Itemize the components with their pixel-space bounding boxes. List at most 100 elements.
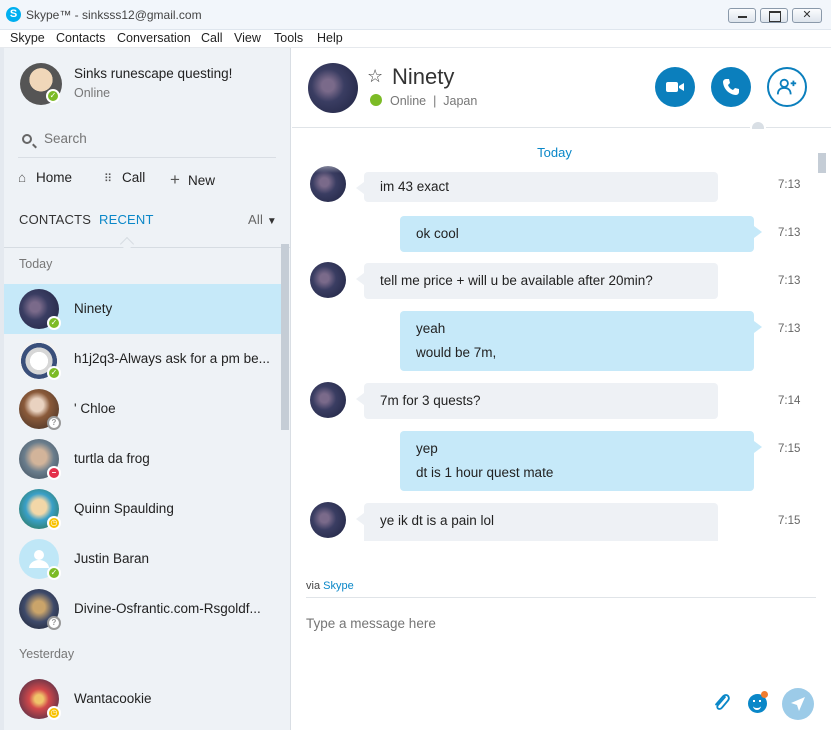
conversation-pane: ☆ Ninety Online | Japan im 43 exact 7:13… — [292, 48, 831, 730]
message-bubble[interactable]: ye ik dt is a pain lol — [356, 503, 718, 541]
conversation-avatar[interactable] — [308, 63, 358, 113]
menu-help[interactable]: Help — [317, 31, 343, 45]
message-history: im 43 exact 7:13 Today ok cool 7:13 tell… — [292, 129, 831, 541]
search-icon — [22, 134, 32, 144]
via-skype-link[interactable]: Skype — [323, 580, 354, 592]
message-bubble[interactable]: 7m for 3 quests? — [356, 383, 718, 419]
send-icon — [791, 697, 805, 711]
tab-contacts[interactable]: CONTACTS — [19, 212, 91, 227]
contact-name: turtla da frog — [74, 451, 150, 466]
online-status-icon: ✓ — [47, 316, 61, 330]
message-time: 7:15 — [778, 515, 801, 527]
home-button[interactable]: ⌂ Home — [18, 170, 72, 185]
sidebar-scrollbar[interactable] — [281, 244, 289, 430]
contact-item[interactable]: ? Divine-Osfrantic.com-Rsgoldf... — [4, 584, 281, 634]
away-status-icon: ◷ — [47, 706, 61, 720]
message-bubble[interactable]: yep dt is 1 hour quest mate — [400, 431, 762, 491]
sender-avatar — [310, 382, 346, 418]
menu-conversation[interactable]: Conversation — [117, 31, 191, 45]
sender-avatar — [310, 502, 346, 538]
message-input[interactable] — [306, 616, 706, 631]
minimize-button[interactable] — [728, 8, 756, 23]
contact-item[interactable]: ◷ Wantacookie — [4, 674, 281, 724]
menu-skype[interactable]: Skype — [10, 31, 45, 45]
menu-call[interactable]: Call — [201, 31, 223, 45]
profile-mood[interactable]: Sinks runescape questing! — [74, 66, 232, 81]
call-button[interactable]: ⠿ Call — [104, 170, 145, 185]
video-camera-icon — [666, 82, 684, 92]
offline-status-icon: ? — [47, 416, 61, 430]
chevron-down-icon: ▼ — [266, 216, 277, 227]
contact-name: Divine-Osfrantic.com-Rsgoldf... — [74, 601, 261, 616]
notification-badge — [761, 691, 768, 698]
tab-recent[interactable]: RECENT — [99, 212, 154, 227]
message-bubble[interactable]: yeah would be 7m, — [400, 311, 762, 371]
message-time: 7:14 — [778, 395, 801, 407]
message-time: 7:15 — [778, 443, 801, 455]
home-icon: ⌂ — [18, 170, 27, 185]
send-button[interactable] — [782, 688, 814, 720]
plus-icon: + — [170, 170, 180, 189]
contact-name: Wantacookie — [74, 691, 152, 706]
contact-item[interactable]: ✓ h1j2q3-Always ask for a pm be... — [4, 334, 281, 384]
quick-actions: ⌂ Home ⠿ Call + New — [4, 166, 290, 194]
new-button[interactable]: + New — [170, 170, 215, 190]
online-status-icon: ✓ — [47, 366, 61, 380]
do-not-disturb-status-icon: – — [47, 466, 61, 480]
favorite-star-icon[interactable]: ☆ — [367, 66, 383, 87]
message-time: 7:13 — [778, 227, 801, 239]
divider — [306, 597, 816, 598]
contact-item[interactable]: ✓ Justin Baran — [4, 534, 281, 584]
message-bubble[interactable]: im 43 exact — [356, 172, 718, 202]
contact-item[interactable]: – turtla da frog — [4, 434, 281, 484]
window-title: Skype™ - sinksss12@gmail.com — [26, 8, 202, 22]
dialpad-icon: ⠿ — [104, 173, 112, 185]
contact-item[interactable]: ? ' Chloe — [4, 384, 281, 434]
message-bubble[interactable]: ok cool — [400, 216, 762, 252]
audio-call-button[interactable] — [711, 67, 751, 107]
search-input[interactable] — [44, 131, 244, 146]
phone-icon — [723, 79, 739, 95]
day-separator: Today — [537, 145, 572, 160]
add-person-icon — [776, 78, 797, 95]
tab-indicator — [119, 236, 135, 252]
contact-name: Ninety — [74, 301, 113, 316]
group-label-yesterday: Yesterday — [19, 647, 75, 661]
message-time: 7:13 — [778, 275, 801, 287]
message-bubble[interactable]: tell me price + will u be available afte… — [356, 263, 718, 299]
via-skype-label: via Skype — [306, 580, 354, 592]
video-call-button[interactable] — [655, 67, 695, 107]
skype-logo-icon: S — [6, 7, 21, 22]
add-people-button[interactable] — [767, 67, 807, 107]
profile-status[interactable]: Online — [74, 86, 110, 100]
contact-item[interactable]: ◷ Quinn Spaulding — [4, 484, 281, 534]
window-titlebar: S Skype™ - sinksss12@gmail.com — [0, 0, 831, 30]
message-time: 7:13 — [778, 179, 801, 191]
paperclip-icon[interactable] — [712, 692, 732, 720]
search-box[interactable] — [18, 128, 276, 158]
filter-dropdown[interactable]: All ▼ — [248, 212, 277, 227]
menu-tools[interactable]: Tools — [274, 31, 303, 45]
sidebar: ✓ Sinks runescape questing! Online ⌂Home… — [0, 48, 291, 730]
conversation-status: Online | Japan — [370, 94, 477, 108]
offline-status-icon: ? — [47, 616, 61, 630]
conversation-header: ☆ Ninety Online | Japan — [292, 48, 831, 128]
menu-bar: Skype Contacts Conversation Call View To… — [0, 30, 831, 48]
contact-item[interactable]: ✓ Ninety — [4, 284, 281, 334]
conversation-title[interactable]: Ninety — [392, 64, 454, 90]
menu-view[interactable]: View — [234, 31, 261, 45]
chat-scrollbar[interactable] — [818, 153, 826, 173]
profile-avatar[interactable]: ✓ — [20, 63, 62, 105]
contact-name: ' Chloe — [74, 401, 116, 416]
online-status-icon: ✓ — [47, 566, 61, 580]
close-window-button[interactable] — [792, 8, 822, 23]
contact-name: h1j2q3-Always ask for a pm be... — [74, 351, 270, 366]
online-status-icon: ✓ — [46, 89, 60, 103]
maximize-button[interactable] — [760, 8, 788, 23]
group-label-today: Today — [19, 257, 53, 271]
menu-contacts[interactable]: Contacts — [56, 31, 105, 45]
contact-tabs: CONTACTS RECENT All ▼ — [4, 208, 290, 252]
emoticon-icon[interactable] — [748, 691, 768, 713]
message-time: 7:13 — [778, 323, 801, 335]
contact-name: Justin Baran — [74, 551, 150, 566]
